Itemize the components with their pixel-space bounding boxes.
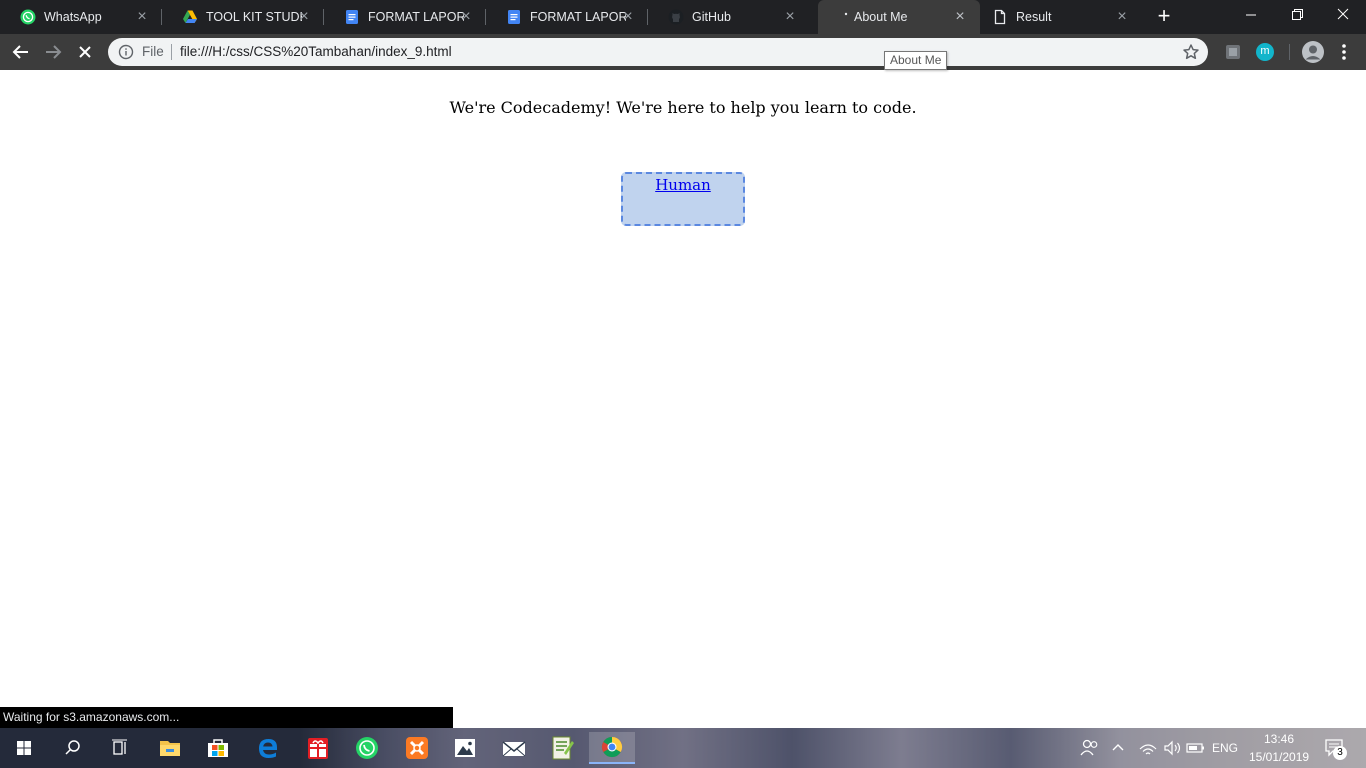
new-tab-button[interactable]: + xyxy=(1152,5,1176,29)
tab-tooltip: About Me xyxy=(884,51,948,70)
bookmark-star-icon[interactable] xyxy=(1181,42,1201,62)
volume-icon[interactable] xyxy=(1160,732,1184,764)
close-icon[interactable]: × xyxy=(1114,9,1130,25)
tab-title: TOOL KIT STUDENT xyxy=(206,10,302,24)
tab-title: Result xyxy=(1016,10,1052,24)
tab-whatsapp[interactable]: WhatsApp × xyxy=(0,0,162,34)
task-view-icon[interactable] xyxy=(100,732,140,764)
file-explorer-icon[interactable] xyxy=(150,732,190,764)
microsoft-store-icon[interactable] xyxy=(198,732,238,764)
google-drive-icon xyxy=(183,10,197,23)
stop-icon xyxy=(79,46,91,58)
tab-tool-kit[interactable]: TOOL KIT STUDENT × xyxy=(162,0,324,34)
close-icon[interactable]: × xyxy=(296,9,312,25)
close-icon[interactable]: × xyxy=(782,9,798,25)
close-icon xyxy=(1337,8,1349,20)
extension-letter: m xyxy=(1260,45,1270,57)
tab-format-laporan-2[interactable]: FORMAT LAPORAN × xyxy=(486,0,648,34)
browser-toolbar: File file:///H:/css/CSS%20Tambahan/index… xyxy=(0,34,1366,70)
toolbar-divider xyxy=(1289,44,1290,60)
page-icon xyxy=(994,9,1006,25)
info-icon[interactable] xyxy=(118,44,134,60)
battery-icon[interactable] xyxy=(1184,732,1208,764)
tab-github[interactable]: GitHub × xyxy=(648,0,810,34)
whatsapp-icon[interactable] xyxy=(347,732,387,764)
notepad-plus-icon[interactable] xyxy=(542,732,582,764)
profile-avatar-icon[interactable] xyxy=(1301,40,1325,64)
human-link-box: Human xyxy=(621,172,745,226)
windows-taskbar: ENG 13:46 15/01/2019 3 xyxy=(0,728,1366,768)
back-button[interactable] xyxy=(8,39,34,65)
minimize-icon xyxy=(1246,14,1256,16)
search-icon[interactable] xyxy=(52,732,92,764)
close-icon[interactable]: × xyxy=(134,9,150,25)
restore-button[interactable] xyxy=(1274,0,1320,30)
windows-start-icon[interactable] xyxy=(4,732,44,764)
photos-icon[interactable] xyxy=(445,732,485,764)
arrow-right-icon xyxy=(46,45,62,59)
tab-title: GitHub xyxy=(692,10,731,24)
gift-icon[interactable] xyxy=(298,732,338,764)
github-icon xyxy=(668,9,684,25)
loading-icon xyxy=(844,12,848,16)
edge-icon[interactable] xyxy=(248,732,288,764)
tab-title: FORMAT LAPORAN xyxy=(368,10,464,24)
forward-button[interactable] xyxy=(40,39,66,65)
chrome-taskbar-button[interactable] xyxy=(589,732,635,764)
human-link[interactable]: Human xyxy=(655,175,711,195)
tab-title: About Me xyxy=(854,10,908,24)
scheme-label: File xyxy=(142,44,164,59)
extension-m-button[interactable]: m xyxy=(1255,42,1275,62)
close-icon[interactable]: × xyxy=(952,9,968,25)
close-window-button[interactable] xyxy=(1320,0,1366,30)
clock-time[interactable]: 13:46 xyxy=(1264,732,1294,746)
url-text[interactable]: file:///H:/css/CSS%20Tambahan/index_9.ht… xyxy=(180,44,452,60)
menu-kebab-icon[interactable] xyxy=(1336,40,1352,64)
tab-about-me[interactable]: About Me × xyxy=(818,0,980,34)
address-bar[interactable]: File file:///H:/css/CSS%20Tambahan/index… xyxy=(108,38,1208,66)
google-docs-icon xyxy=(346,10,358,24)
chrome-icon xyxy=(601,736,623,758)
wifi-icon[interactable] xyxy=(1136,732,1160,764)
omnibox-divider xyxy=(171,44,172,60)
action-center-button[interactable]: 3 xyxy=(1318,732,1352,764)
tab-format-laporan-1[interactable]: FORMAT LAPORAN × xyxy=(324,0,486,34)
language-indicator[interactable]: ENG xyxy=(1212,741,1238,755)
stop-loading-button[interactable] xyxy=(72,39,98,65)
whatsapp-icon xyxy=(20,9,36,25)
chevron-up-icon[interactable] xyxy=(1104,732,1132,764)
close-icon[interactable]: × xyxy=(620,9,636,25)
extension-icon[interactable] xyxy=(1223,42,1243,62)
web-page: We're Codecademy! We're here to help you… xyxy=(0,70,1366,728)
minimize-button[interactable] xyxy=(1228,0,1274,30)
tab-title: WhatsApp xyxy=(44,10,102,24)
google-docs-icon xyxy=(508,10,520,24)
notification-badge: 3 xyxy=(1333,746,1347,760)
xampp-icon[interactable] xyxy=(397,732,437,764)
clock-date[interactable]: 15/01/2019 xyxy=(1249,750,1309,764)
mail-icon[interactable] xyxy=(494,732,534,764)
restore-icon xyxy=(1292,9,1303,20)
tab-strip: WhatsApp × TOOL KIT STUDENT × FORMAT LAP… xyxy=(0,0,1366,34)
close-icon[interactable]: × xyxy=(458,9,474,25)
intro-paragraph: We're Codecademy! We're here to help you… xyxy=(449,98,917,117)
status-bubble: Waiting for s3.amazonaws.com... xyxy=(0,707,453,728)
tab-title: FORMAT LAPORAN xyxy=(530,10,626,24)
tab-result[interactable]: Result × xyxy=(980,0,1142,34)
arrow-left-icon xyxy=(12,45,28,59)
